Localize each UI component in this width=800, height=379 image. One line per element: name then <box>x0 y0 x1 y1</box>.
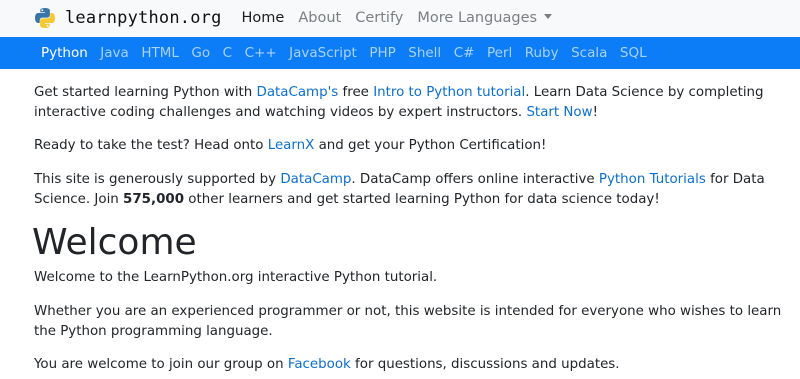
nav-certify[interactable]: Certify <box>355 10 403 26</box>
python-logo-icon <box>35 8 55 28</box>
community-text-1: You are welcome to join our group on <box>34 357 288 372</box>
lang-link-shell[interactable]: Shell <box>408 45 441 61</box>
intro-text-2: free <box>338 85 374 100</box>
datacamp-link[interactable]: DataCamp's <box>257 85 339 100</box>
lang-link-scala[interactable]: Scala <box>571 45 607 61</box>
lang-link-java[interactable]: Java <box>100 45 129 61</box>
test-text-2: and get your Python Certification! <box>314 138 547 153</box>
lang-link-javascript[interactable]: JavaScript <box>289 45 357 61</box>
lang-link-python[interactable]: Python <box>41 45 88 61</box>
caret-down-icon <box>544 13 553 19</box>
intro-tutorial-link[interactable]: Intro to Python tutorial <box>373 85 525 100</box>
brand-link[interactable]: learnpython.org <box>34 7 222 29</box>
community-text-2: for questions, discussions and updates. <box>350 357 620 372</box>
nav-about[interactable]: About <box>298 10 341 26</box>
lang-link-cplusplus[interactable]: C++ <box>245 45 277 61</box>
intro-text-1: Get started learning Python with <box>34 85 257 100</box>
top-navbar: learnpython.org Home About Certify More … <box>0 0 800 36</box>
brand-name: learnpython.org <box>65 8 222 28</box>
test-paragraph: Ready to take the test? Head onto LearnX… <box>34 136 784 156</box>
lang-link-perl[interactable]: Perl <box>487 45 512 61</box>
language-bar: Python Java HTML Go C C++ JavaScript PHP Shell C#… <box>0 37 800 69</box>
learnx-link[interactable]: LearnX <box>268 138 315 153</box>
lang-link-c[interactable]: C <box>223 45 232 61</box>
datacamp-support-link[interactable]: DataCamp <box>280 172 351 187</box>
support-text-4: other learners and get started learning … <box>184 192 660 207</box>
lang-link-csharp[interactable]: C# <box>454 45 475 61</box>
support-text-2: . DataCamp offers online interactive <box>351 172 599 187</box>
start-now-link[interactable]: Start Now <box>526 105 592 120</box>
intro-paragraph: Get started learning Python with DataCam… <box>34 83 784 123</box>
nav-more-languages[interactable]: More Languages <box>417 10 553 26</box>
lang-link-ruby[interactable]: Ruby <box>525 45 559 61</box>
lang-link-html[interactable]: HTML <box>141 45 179 61</box>
top-nav: Home About Certify More Languages <box>242 10 567 26</box>
lang-link-php[interactable]: PHP <box>369 45 395 61</box>
page-title: Welcome <box>32 222 197 263</box>
nav-more-languages-label: More Languages <box>417 10 538 26</box>
facebook-link[interactable]: Facebook <box>288 357 351 372</box>
support-paragraph: This site is generously supported by Dat… <box>34 170 784 210</box>
lang-link-sql[interactable]: SQL <box>620 45 647 61</box>
welcome-paragraph: Welcome to the LearnPython.org interacti… <box>34 270 438 285</box>
intro-text-4: ! <box>592 105 598 120</box>
audience-paragraph: Whether you are an experienced programme… <box>34 304 782 339</box>
learner-count: 575,000 <box>123 192 185 207</box>
python-tutorials-link[interactable]: Python Tutorials <box>599 172 706 187</box>
test-text-1: Ready to take the test? Head onto <box>34 138 268 153</box>
lang-link-go[interactable]: Go <box>191 45 210 61</box>
community-paragraph: You are welcome to join our group on Fac… <box>34 355 784 375</box>
support-text-1: This site is generously supported by <box>34 172 281 187</box>
nav-home[interactable]: Home <box>242 10 285 26</box>
